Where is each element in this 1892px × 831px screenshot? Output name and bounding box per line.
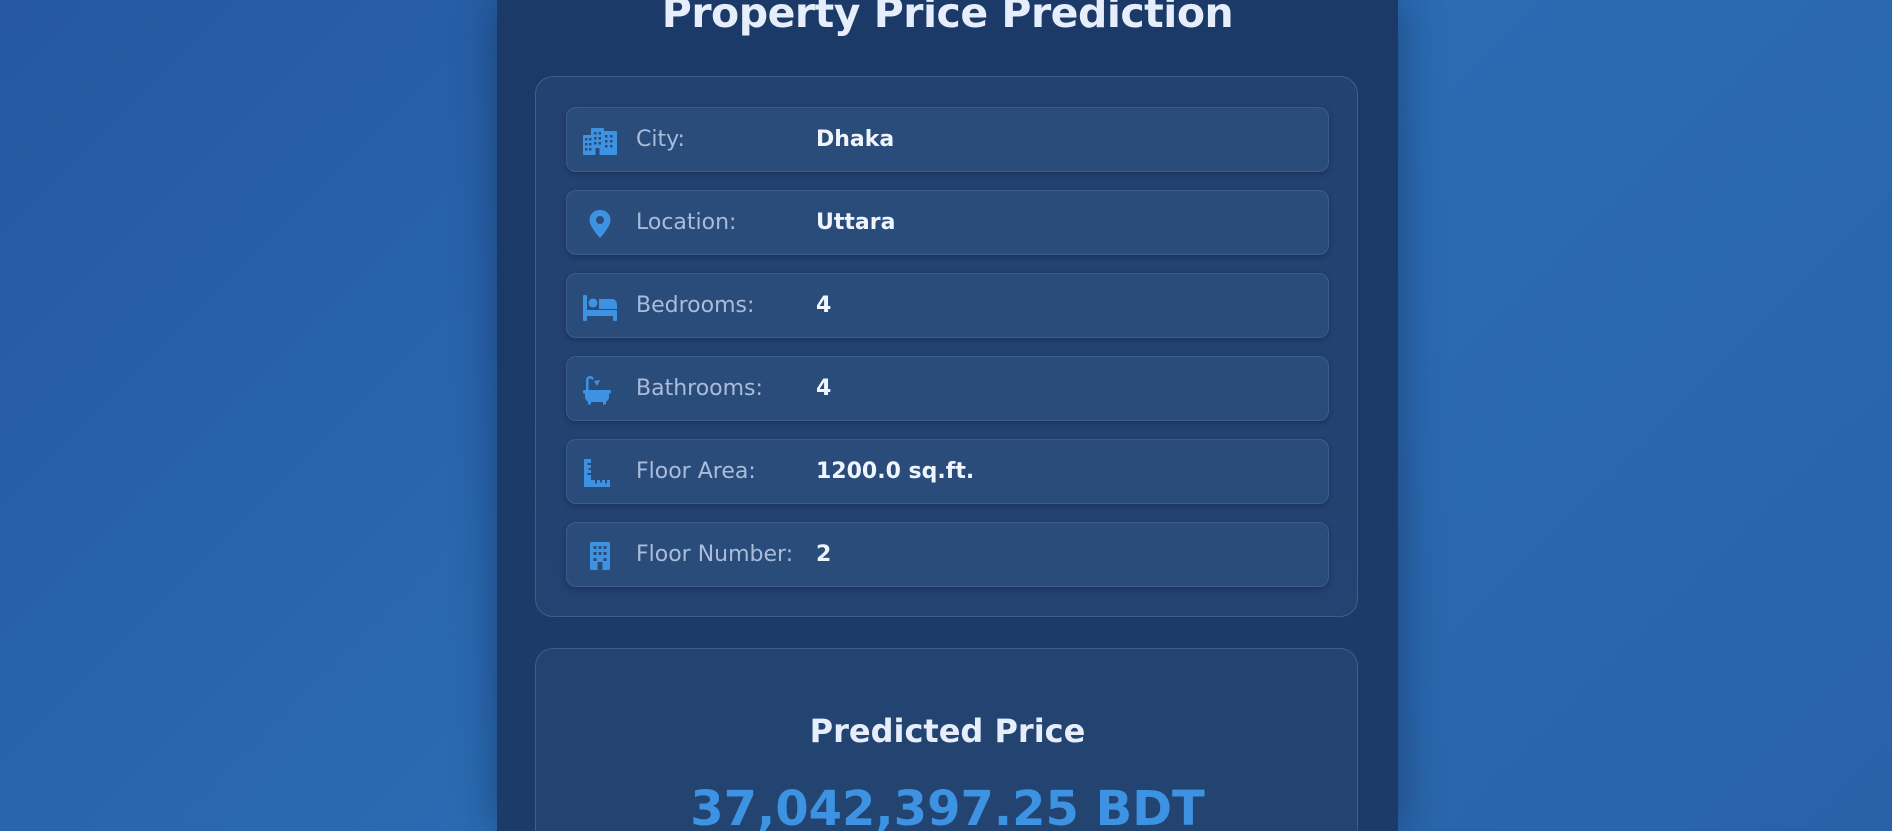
detail-row-location: Location: Uttara [566,190,1329,255]
detail-row-bathrooms: Bathrooms: 4 [566,356,1329,421]
detail-value: Uttara [816,210,896,235]
detail-label: City: [636,127,685,152]
detail-row-city: City: Dhaka [566,107,1329,172]
result-heading: Predicted Price [809,712,1086,750]
detail-label: Floor Number: [636,542,794,567]
city-icon [582,126,618,156]
detail-row-bedrooms: Bedrooms: 4 [566,273,1329,338]
detail-label: Location: [636,210,737,235]
predicted-price-value: 37,042,397.25 BDT [690,781,1205,831]
bed-icon [582,292,618,322]
prediction-result-card: Predicted Price 37,042,397.25 BDT [535,648,1358,831]
detail-row-floor-number: Floor Number: 2 [566,522,1329,587]
detail-label: Floor Area: [636,459,756,484]
ruler-icon [582,458,618,488]
detail-value: Dhaka [816,127,895,152]
detail-value: 1200.0 sq.ft. [816,459,975,484]
detail-value: 2 [816,542,832,567]
property-details-card: City: Dhaka Location: Uttara Bedrooms: 4… [535,76,1358,617]
detail-label: Bedrooms: [636,293,755,318]
location-pin-icon [582,209,618,239]
detail-row-floor-area: Floor Area: 1200.0 sq.ft. [566,439,1329,504]
detail-value: 4 [816,293,832,318]
page-title: Property Price Prediction [661,0,1234,37]
detail-label: Bathrooms: [636,376,763,401]
bathtub-icon [582,375,618,405]
detail-value: 4 [816,376,832,401]
building-icon [582,541,618,571]
prediction-panel: Property Price Prediction City: Dhaka Lo… [497,0,1398,831]
